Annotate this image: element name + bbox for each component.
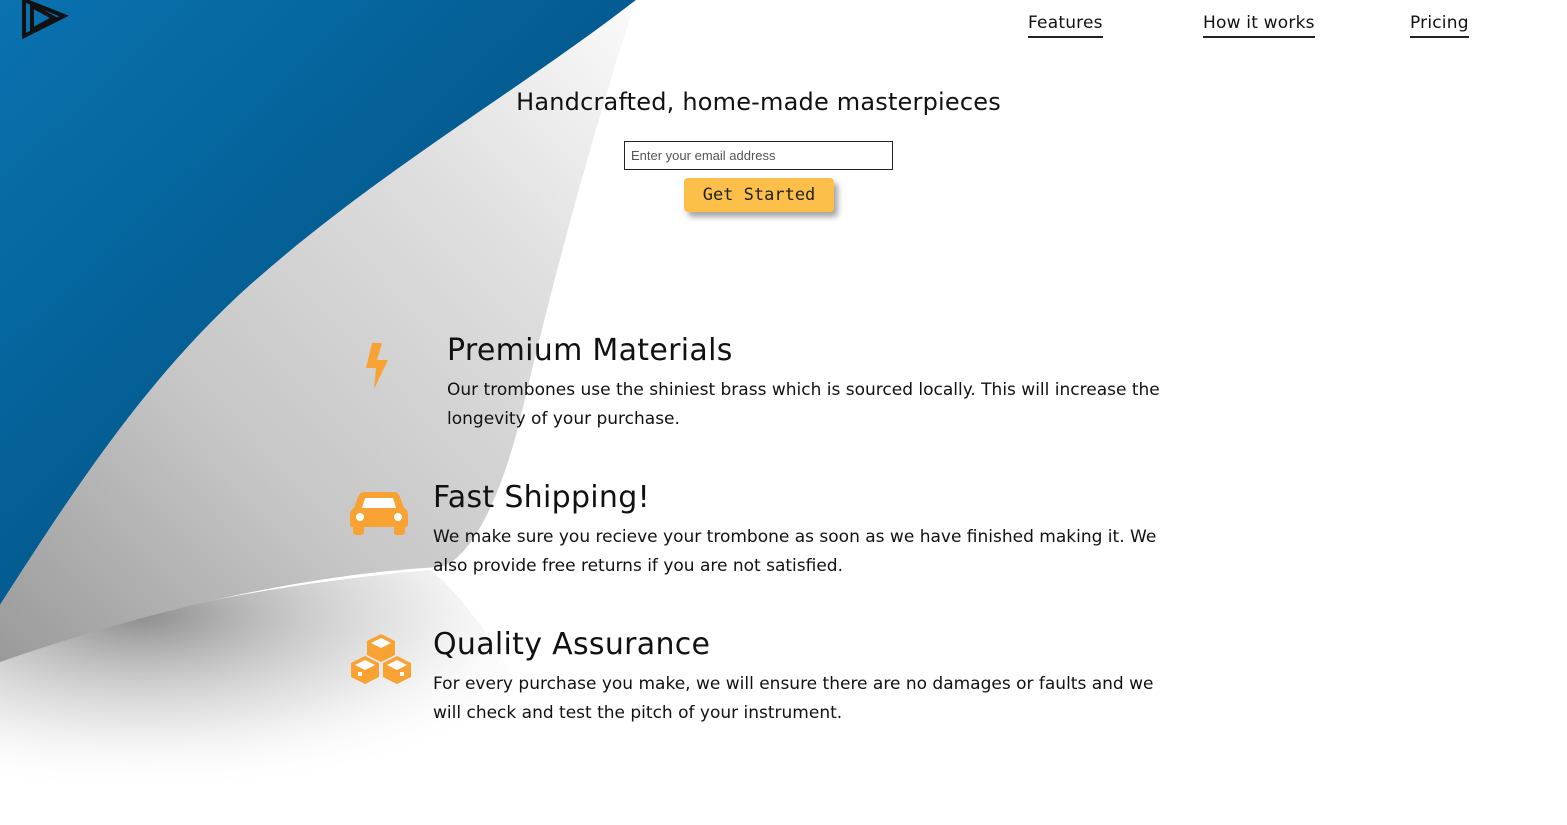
email-input[interactable] bbox=[624, 141, 893, 170]
nav-link-how-it-works[interactable]: How it works bbox=[1203, 12, 1315, 38]
feature-description: For every purchase you make, we will ens… bbox=[433, 674, 1154, 723]
car-icon bbox=[350, 490, 408, 540]
hero-title: Handcrafted, home-made masterpieces bbox=[516, 88, 1001, 116]
feature-title: Fast Shipping! bbox=[433, 480, 650, 515]
lightning-bolt-icon bbox=[362, 342, 392, 394]
feature-description: We make sure you recieve your trombone a… bbox=[433, 527, 1157, 576]
feature-title: Quality Assurance bbox=[433, 627, 711, 662]
nav-link-pricing[interactable]: Pricing bbox=[1410, 12, 1469, 38]
top-navigation: Features How it works Pricing bbox=[0, 12, 1567, 42]
nav-link-features[interactable]: Features bbox=[1028, 12, 1103, 38]
cubes-icon bbox=[350, 634, 412, 690]
feature-description: Our trombones use the shiniest brass whi… bbox=[447, 380, 1160, 429]
get-started-button[interactable]: Get Started bbox=[684, 178, 834, 212]
feature-title: Premium Materials bbox=[447, 333, 733, 368]
